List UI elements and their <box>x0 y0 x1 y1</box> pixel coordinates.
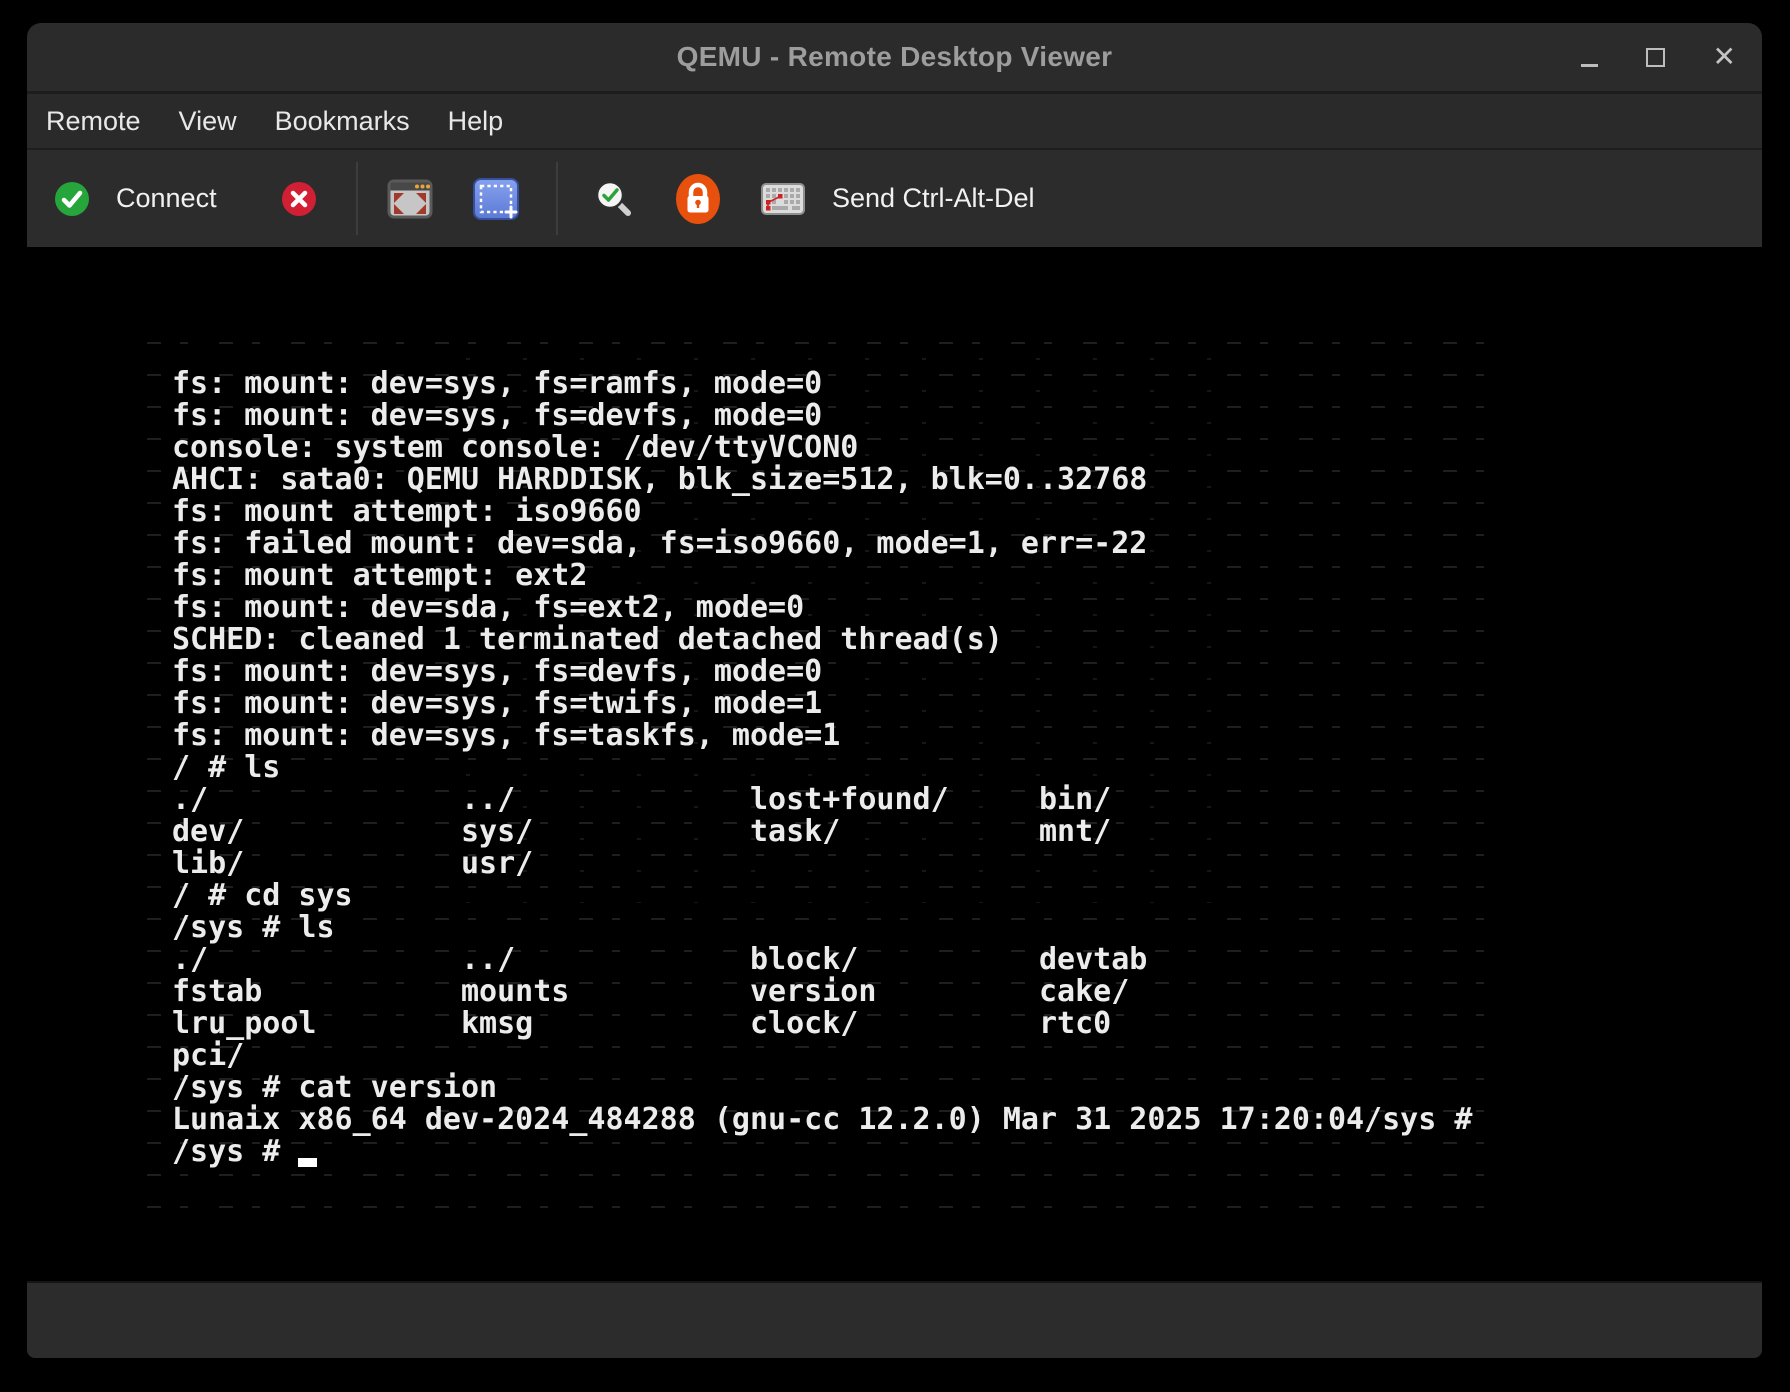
fullscreen-icon <box>387 179 433 219</box>
fullscreen-button[interactable] <box>387 179 433 219</box>
maximize-button[interactable] <box>1646 48 1665 67</box>
remote-display[interactable]: fs: mount: dev=sys, fs=ramfs, mode=0 fs:… <box>27 247 1762 1281</box>
disconnect-x-icon <box>281 181 317 217</box>
window-controls: ✕ <box>1581 23 1736 91</box>
connect-check-icon <box>54 181 90 217</box>
disconnect-button[interactable] <box>281 181 317 217</box>
toolbar: Connect <box>27 150 1762 247</box>
readonly-button[interactable] <box>675 173 721 225</box>
screenshot-button[interactable] <box>473 178 519 220</box>
connect-button[interactable]: Connect <box>54 181 217 217</box>
window-title: QEMU - Remote Desktop Viewer <box>677 41 1113 73</box>
terminal-cursor <box>298 1158 317 1167</box>
menu-help[interactable]: Help <box>429 94 523 148</box>
send-ctrl-alt-del-label: Send Ctrl-Alt-Del <box>832 183 1035 214</box>
menu-bookmarks[interactable]: Bookmarks <box>256 94 429 148</box>
app-window: QEMU - Remote Desktop Viewer ✕ Remote Vi… <box>27 23 1762 1358</box>
toolbar-separator <box>356 162 358 235</box>
minimize-button[interactable] <box>1581 64 1598 67</box>
status-bar <box>27 1281 1762 1358</box>
magnifier-check-icon <box>593 179 633 219</box>
connect-label: Connect <box>116 183 217 214</box>
menu-view[interactable]: View <box>160 94 256 148</box>
lock-icon <box>675 173 721 225</box>
toolbar-separator <box>556 162 558 235</box>
scaling-button[interactable] <box>593 179 633 219</box>
screenshot-selection-icon <box>473 178 519 220</box>
console-text: fs: mount: dev=sys, fs=ramfs, mode=0 fs:… <box>172 368 1472 1168</box>
titlebar[interactable]: QEMU - Remote Desktop Viewer ✕ <box>27 23 1762 94</box>
keyboard-icon <box>761 183 805 215</box>
menubar: Remote View Bookmarks Help <box>27 94 1762 150</box>
send-ctrl-alt-del-button[interactable]: Send Ctrl-Alt-Del <box>761 183 1035 215</box>
menu-remote[interactable]: Remote <box>27 94 160 148</box>
close-button[interactable]: ✕ <box>1713 43 1736 71</box>
